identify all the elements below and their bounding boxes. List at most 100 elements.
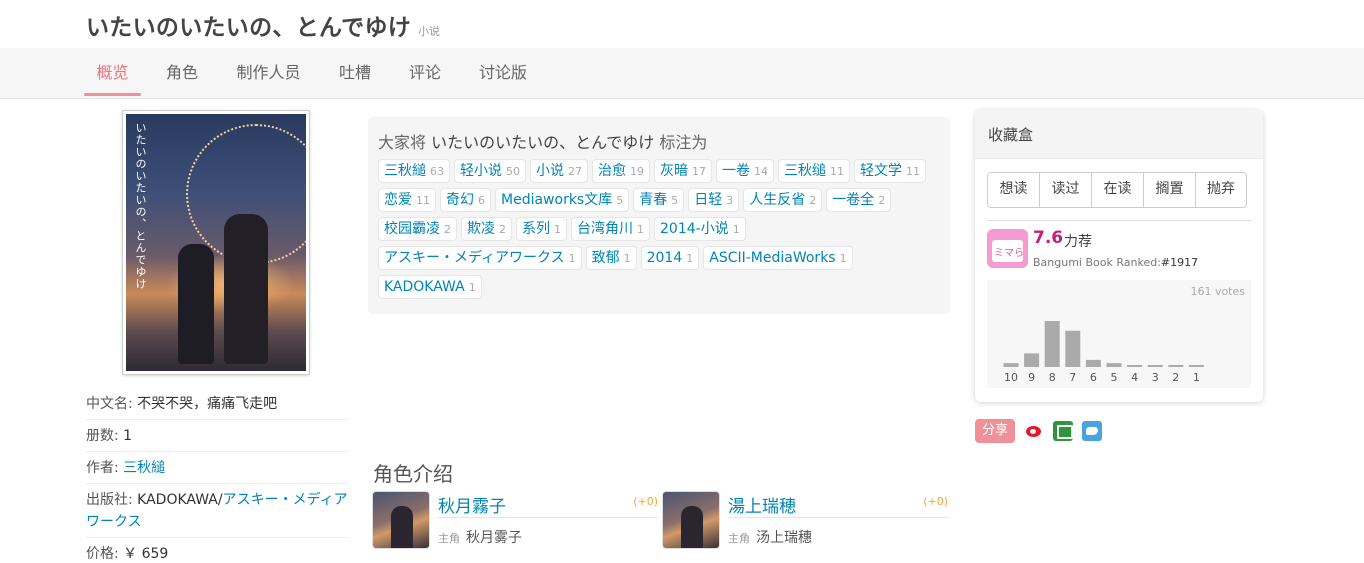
share-bar: 分享 xyxy=(975,419,1111,443)
tag-item[interactable]: 青春 5 xyxy=(633,188,685,212)
rating-bar-3[interactable] xyxy=(1147,365,1163,367)
tag-item[interactable]: アスキー・メディアワークス 1 xyxy=(378,246,582,270)
tag-item[interactable]: Mediaworks文库 5 xyxy=(495,188,630,212)
tag-item[interactable]: KADOKAWA 1 xyxy=(378,275,482,299)
tag-item[interactable]: 轻文学 11 xyxy=(854,159,926,183)
rating-score: 7.6 xyxy=(1033,228,1064,248)
tab-overview[interactable]: 概览 xyxy=(84,48,141,97)
rating-tick-label: 8 xyxy=(1049,371,1056,384)
tag-item[interactable]: 一卷 14 xyxy=(716,159,774,183)
tag-item[interactable]: 灰暗 17 xyxy=(654,159,712,183)
tag-count: 14 xyxy=(754,165,768,178)
tag-item[interactable]: 台湾角川 1 xyxy=(571,217,650,241)
tag-item[interactable]: 系列 1 xyxy=(516,217,567,241)
author-link[interactable]: 三秋縋 xyxy=(123,460,165,476)
info-value: 1 xyxy=(123,428,133,444)
subject-type: 小说 xyxy=(418,25,441,38)
rating-bar-2[interactable] xyxy=(1168,365,1184,367)
character-card: 湯上瑞穂 (+0) 主角 汤上瑞穗 xyxy=(662,491,952,551)
tag-section-heading: 大家将 いたいのいたいの、とんでゆけ 标注为 xyxy=(378,129,707,153)
dropped-button[interactable]: 抛弃 xyxy=(1196,173,1246,207)
twitter-icon[interactable] xyxy=(1082,421,1103,441)
tag-item[interactable]: 2014 1 xyxy=(640,246,700,270)
collect-button[interactable]: 读过 xyxy=(1040,173,1092,207)
info-row-publisher: 出版社: KADOKAWA/アスキー・メディアワークス xyxy=(86,484,349,538)
tag-name: 2014-小说 xyxy=(660,221,729,237)
tag-item[interactable]: 轻小说 50 xyxy=(454,159,526,183)
subject-nav: 概览 角色 制作人员 吐槽 评论 讨论版 xyxy=(0,48,1364,99)
tag-name: 台湾角川 xyxy=(577,221,633,237)
on-hold-button[interactable]: 搁置 xyxy=(1144,173,1196,207)
character-card: 秋月霧子 (+0) 主角 秋月雾子 xyxy=(372,491,662,551)
tag-name: 轻小说 xyxy=(460,163,502,179)
tag-item[interactable]: 恋爱 11 xyxy=(378,188,436,212)
douban-icon[interactable] xyxy=(1053,421,1074,441)
tag-count: 63 xyxy=(430,165,444,178)
character-name-link[interactable]: 秋月霧子 xyxy=(438,492,506,517)
tag-item[interactable]: 人生反省 2 xyxy=(743,188,823,212)
character-avatar[interactable] xyxy=(662,491,720,549)
rating-bar-7[interactable] xyxy=(1065,330,1081,367)
tag-name: 2014 xyxy=(646,250,683,266)
tag-name: 恋爱 xyxy=(384,192,412,208)
tag-item[interactable]: 治愈 19 xyxy=(592,159,650,183)
tag-name: 灰暗 xyxy=(660,163,688,179)
page-title[interactable]: いたいのいたいの、とんでゆけ xyxy=(86,8,411,42)
rating-bar-6[interactable] xyxy=(1085,359,1101,367)
tag-item[interactable]: 校园霸凌 2 xyxy=(378,217,457,241)
role-label: 主角 xyxy=(728,532,750,545)
tag-name: 三秋縋 xyxy=(384,163,426,179)
rating-bar-4[interactable] xyxy=(1127,365,1143,367)
tag-item[interactable]: 一卷全 2 xyxy=(826,188,892,212)
tab-comments[interactable]: 吐槽 xyxy=(330,48,380,97)
tag-list: 三秋縋 63 轻小说 50 小说 27 治愈 19 灰暗 17 一卷 14 三秋缒 11 轻文学 11 恋爱 11… xyxy=(378,159,938,304)
weibo-icon[interactable] xyxy=(1024,421,1045,441)
rating-bar-1[interactable] xyxy=(1188,365,1204,367)
character-avatar[interactable] xyxy=(372,491,430,549)
collection-panel-title: 收藏盒 xyxy=(975,110,1263,159)
character-name-link[interactable]: 湯上瑞穂 xyxy=(728,492,796,517)
wish-button[interactable]: 想读 xyxy=(988,173,1040,207)
tab-staff[interactable]: 制作人员 xyxy=(228,48,309,97)
rank-label: Bangumi Book Ranked: xyxy=(1033,256,1161,269)
tag-item[interactable]: 三秋縋 63 xyxy=(378,159,450,183)
tag-name: 小说 xyxy=(536,163,564,179)
collection-panel: 收藏盒 想读 读过 在读 搁置 抛弃 ミマら 7.6 力荐 Bangumi Bo… xyxy=(975,110,1263,402)
tag-name: 欺凌 xyxy=(467,221,495,237)
tab-characters[interactable]: 角色 xyxy=(156,48,208,97)
tag-count: 5 xyxy=(671,194,679,207)
tag-item[interactable]: 欺凌 2 xyxy=(461,217,512,241)
book-cover[interactable]: いたいのいたいの、とんでゆけ xyxy=(122,110,310,375)
info-value: KADOKAWA/ xyxy=(137,492,223,508)
tag-count: 2 xyxy=(499,223,506,236)
tab-discussion[interactable]: 讨论版 xyxy=(470,48,536,97)
rating-tick-label: 1 xyxy=(1193,371,1200,384)
tag-name: アスキー・メディアワークス xyxy=(384,250,565,266)
tag-item[interactable]: 小说 27 xyxy=(530,159,588,183)
rating-bar-8[interactable] xyxy=(1044,321,1060,367)
ranking: Bangumi Book Ranked:#1917 xyxy=(1033,256,1198,269)
tag-count: 11 xyxy=(906,165,920,178)
rating-bar-10[interactable] xyxy=(1003,363,1019,367)
tag-count: 5 xyxy=(616,194,624,207)
infobox: 中文名: 不哭不哭，痛痛飞走吧 册数: 1 作者: 三秋縋 出版社: KADOK… xyxy=(86,388,349,563)
rating-tick-label: 9 xyxy=(1028,371,1035,384)
tag-count: 17 xyxy=(692,165,706,178)
tag-item[interactable]: 日轻 3 xyxy=(688,188,740,212)
tag-count: 6 xyxy=(478,194,485,207)
rank-value[interactable]: #1917 xyxy=(1161,256,1198,269)
doing-button[interactable]: 在读 xyxy=(1092,173,1144,207)
info-key: 作者: xyxy=(86,460,124,476)
tag-item[interactable]: ASCII-MediaWorks 1 xyxy=(703,246,853,270)
tag-name: 一卷全 xyxy=(832,192,875,208)
tag-item[interactable]: 三秋缒 11 xyxy=(778,159,850,183)
tab-reviews[interactable]: 评论 xyxy=(400,48,450,97)
tag-item[interactable]: 2014-小说 1 xyxy=(654,217,746,241)
share-button[interactable]: 分享 xyxy=(975,419,1016,443)
rating-bar-9[interactable] xyxy=(1024,353,1040,367)
rating-bar-5[interactable] xyxy=(1106,363,1122,367)
tag-item[interactable]: 致郁 1 xyxy=(585,246,637,270)
tag-name: 治愈 xyxy=(598,163,626,179)
rating-tick-label: 6 xyxy=(1090,371,1097,384)
tag-item[interactable]: 奇幻 6 xyxy=(440,188,491,212)
